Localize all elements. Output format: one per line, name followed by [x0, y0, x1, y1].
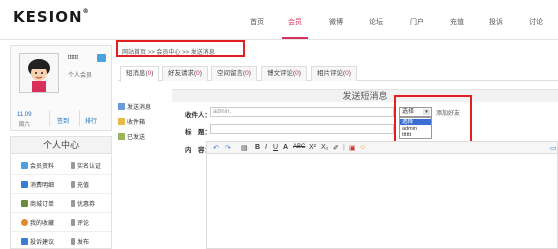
recipient-label: 收件人： — [185, 112, 211, 119]
menu-row: 投诉建议 发布 — [11, 233, 111, 249]
nav-complaint[interactable]: 投诉 — [489, 17, 503, 27]
menu-row: 我的收藏 评论 — [11, 214, 111, 232]
nav-forum[interactable]: 论坛 — [369, 17, 383, 27]
user-center-title: 个人中心 — [10, 136, 112, 154]
subject-label: 标 题： — [185, 129, 211, 136]
format-icon[interactable]: ▤ — [241, 144, 248, 152]
menu-spending[interactable]: 消费明细 — [21, 180, 54, 189]
subnav-inbox[interactable]: 收件箱 — [118, 117, 145, 126]
menu-row: 会员资料 实名认证 — [11, 157, 111, 175]
menu-favorites[interactable]: 我的收藏 — [21, 218, 54, 227]
profile-panel: tttttt 个人会员 11.09 周六 签到 排行 — [10, 45, 112, 131]
message-tabs: 短消息(0) 好友请求(0) 空间留言(0) 博文评论(0) 相片评论(0) — [118, 64, 558, 82]
redo-icon[interactable]: ↷ — [225, 144, 231, 152]
plus-icon — [71, 238, 75, 245]
sign-in-link[interactable]: 签到 — [57, 116, 69, 125]
nav-recharge[interactable]: 充值 — [450, 17, 464, 27]
nav-member[interactable]: 会员 — [288, 17, 302, 27]
menu-row: 商城订单 优惠券 — [11, 195, 111, 213]
strikethrough-icon[interactable]: ABC — [293, 144, 305, 150]
divider — [79, 110, 80, 126]
date-display: 11.09 周六 — [17, 112, 32, 128]
inbox-icon — [118, 118, 125, 125]
compose-title: 发送短消息 — [172, 89, 558, 102]
menu-orders[interactable]: 商城订单 — [21, 199, 54, 208]
menu-profile[interactable]: 会员资料 — [21, 161, 54, 170]
nav-home[interactable]: 首页 — [250, 17, 264, 27]
separator: | — [343, 144, 345, 151]
nav-active-underline — [282, 37, 308, 39]
bold-icon[interactable]: B — [255, 144, 260, 151]
highlight-box-breadcrumb — [116, 40, 245, 57]
sent-icon — [118, 133, 125, 140]
subnav-send-message[interactable]: 发送消息 — [118, 102, 151, 111]
ranking-link[interactable]: 排行 — [85, 116, 97, 125]
cart-icon — [21, 200, 28, 207]
check-icon — [71, 162, 75, 169]
menu-row: 消费明细 充值 — [11, 176, 111, 194]
italic-icon[interactable]: I — [265, 144, 267, 151]
nav-portal[interactable]: 门户 — [410, 17, 424, 27]
profile-icon — [21, 162, 28, 169]
fullscreen-icon[interactable]: ▭ — [550, 144, 557, 152]
tab-messages[interactable]: 短消息(0) — [120, 66, 160, 82]
editor-toolbar: ↶ ↷ ▤ B I U A ABC X² X₂ ✐ | ▣ ☺ ▭ — [206, 141, 558, 154]
username: tttttt — [68, 55, 79, 61]
tab-space-comments[interactable]: 空间留言(0) — [211, 66, 257, 81]
user-center-menu: 会员资料 实名认证 消费明细 充值 商城订单 优惠券 我的收藏 评论 投诉建议 … — [10, 155, 112, 249]
tab-blog-comments[interactable]: 博文评论(0) — [261, 66, 307, 81]
check-icon — [71, 200, 75, 207]
nav-weibo[interactable]: 微博 — [329, 17, 343, 27]
tab-friend-requests[interactable]: 好友请求(0) — [162, 66, 208, 81]
feedback-icon — [21, 238, 28, 245]
top-navbar: KESION® 首页 会员 微博 论坛 门户 充值 投诉 讨论 — [0, 0, 558, 40]
avatar-face-icon — [20, 54, 58, 92]
message-editor[interactable] — [206, 154, 558, 249]
menu-publish[interactable]: 发布 — [71, 237, 89, 246]
member-badge-icon — [97, 54, 106, 62]
superscript-icon[interactable]: X² — [309, 144, 316, 151]
check-icon — [71, 219, 75, 226]
avatar[interactable] — [19, 53, 59, 93]
undo-icon[interactable]: ↶ — [213, 144, 219, 152]
send-icon — [118, 103, 125, 110]
subject-input[interactable] — [210, 124, 394, 134]
subscript-icon[interactable]: X₂ — [321, 144, 328, 151]
nav-discuss[interactable]: 讨论 — [529, 17, 543, 27]
eraser-icon[interactable]: ✐ — [333, 144, 339, 152]
underline-icon[interactable]: U — [273, 144, 278, 151]
menu-feedback[interactable]: 投诉建议 — [21, 237, 54, 246]
subnav-sent[interactable]: 已发送 — [118, 132, 145, 141]
recipient-input[interactable]: admin, — [210, 107, 394, 117]
tab-photo-comments[interactable]: 相片评论(0) — [311, 66, 357, 81]
image-icon[interactable]: ▣ — [349, 144, 356, 152]
user-role: 个人会员 — [68, 73, 93, 79]
font-color-icon[interactable]: A — [283, 144, 288, 151]
wallet-icon — [21, 181, 28, 188]
emoticon-icon[interactable]: ☺ — [359, 144, 366, 151]
divider — [49, 110, 50, 126]
menu-comments[interactable]: 评论 — [71, 218, 89, 227]
menu-coupons[interactable]: 优惠券 — [71, 199, 95, 208]
site-logo[interactable]: KESION® — [13, 8, 90, 26]
menu-recharge[interactable]: 充值 — [71, 180, 89, 189]
heart-icon — [21, 219, 28, 226]
check-icon — [71, 181, 75, 188]
menu-verify[interactable]: 实名认证 — [71, 161, 101, 170]
